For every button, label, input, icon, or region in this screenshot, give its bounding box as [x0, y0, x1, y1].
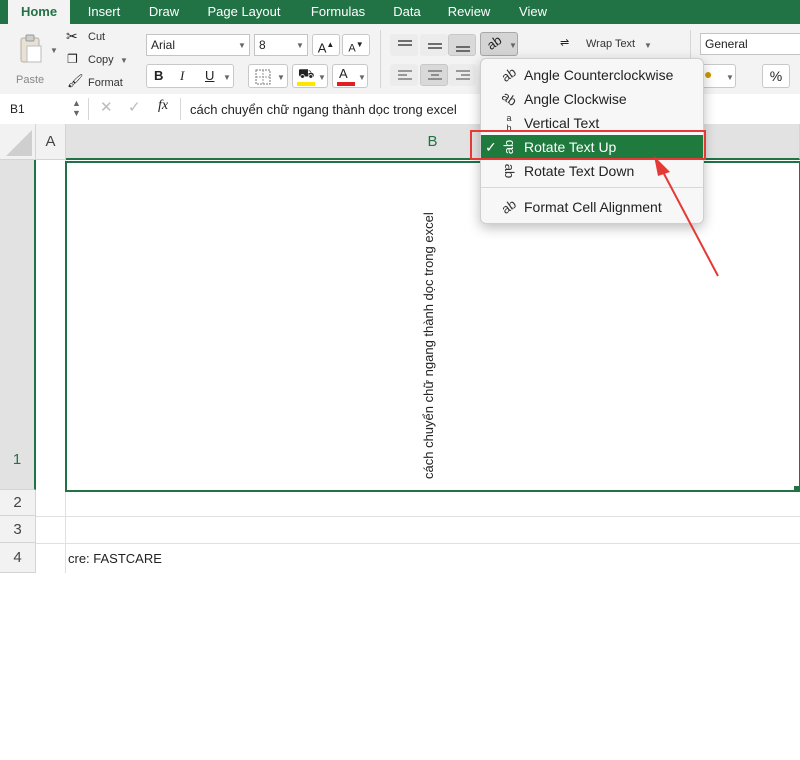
format-painter-label: Format [88, 77, 123, 89]
align-right-icon [456, 70, 470, 80]
tab-formulas[interactable]: Formulas [300, 0, 376, 24]
increase-font-size-button[interactable]: A▲ [312, 34, 340, 56]
copy-icon: ❐ [67, 52, 78, 66]
row-header-4[interactable]: 4 [0, 543, 36, 573]
name-box[interactable]: B1 [10, 102, 25, 116]
red-arrow [654, 156, 719, 277]
align-right-button[interactable] [448, 64, 476, 86]
row-divider [36, 543, 800, 544]
enter-icon[interactable]: ✓ [128, 98, 141, 116]
underline-dropdown-icon[interactable]: ▼ [223, 73, 231, 82]
underline-button[interactable]: U [205, 68, 214, 83]
paste-dropdown-icon[interactable]: ▼ [50, 46, 58, 55]
wrap-text-label: Wrap Text [586, 38, 636, 50]
clipboard-icon [20, 34, 42, 63]
font-name-dropdown-icon[interactable]: ▼ [238, 41, 246, 50]
wrap-text-dropdown-icon[interactable]: ▼ [644, 41, 652, 50]
orientation-dropdown-icon[interactable]: ▼ [509, 41, 517, 50]
fill-color-swatch [297, 82, 315, 86]
font-color-button[interactable]: A ▼ [332, 64, 368, 88]
menu-item-angle-clockwise[interactable]: ab Angle Clockwise [481, 87, 703, 111]
format-painter-button[interactable]: 🖌 Format [66, 73, 136, 90]
align-bottom-icon [456, 46, 470, 52]
paste-button[interactable]: Paste [10, 32, 54, 88]
font-style-group: B I U ▼ [146, 64, 234, 88]
borders-button[interactable]: ▼ [248, 64, 288, 88]
cell-a4[interactable]: cre: FASTCARE [68, 551, 162, 566]
align-left-button[interactable] [390, 64, 418, 86]
column-header-a[interactable]: A [36, 124, 66, 160]
cut-label: Cut [88, 31, 106, 43]
cut-button[interactable]: ✂ Cut [66, 28, 136, 46]
font-size-dropdown-icon[interactable]: ▼ [296, 41, 304, 50]
align-center-button[interactable] [420, 64, 448, 86]
align-middle-icon [428, 43, 442, 49]
scissors-icon: ✂ [66, 28, 78, 44]
copy-dropdown-icon[interactable]: ▼ [120, 56, 128, 65]
decrease-font-size-button[interactable]: A▼ [342, 34, 370, 56]
cancel-icon[interactable]: ✕ [100, 98, 113, 116]
menu-item-angle-counterclockwise[interactable]: ab Angle Counterclockwise [481, 63, 703, 87]
fill-color-button[interactable]: ⛟ ▼ [292, 64, 328, 88]
row-header-1[interactable]: 1 [0, 160, 36, 490]
tab-draw[interactable]: Draw [140, 0, 188, 24]
font-color-dropdown-icon[interactable]: ▼ [358, 73, 366, 82]
angle-cw-icon: ab [499, 88, 520, 109]
row-header-2[interactable]: 2 [0, 490, 36, 516]
currency-dropdown-icon[interactable]: ▼ [726, 73, 734, 82]
align-left-icon [398, 70, 412, 80]
row-divider [36, 516, 800, 517]
align-center-icon [428, 70, 442, 80]
row-header-3[interactable]: 3 [0, 516, 36, 543]
coins-icon: ● [704, 66, 713, 82]
align-top-icon [398, 40, 412, 46]
tab-view[interactable]: View [508, 0, 558, 24]
copy-label: Copy [88, 54, 114, 66]
paintbrush-icon: 🖌 [67, 73, 84, 88]
format-alignment-icon: ab [498, 196, 519, 217]
orientation-icon: ab [484, 32, 505, 53]
name-box-dropdown-icon[interactable]: ▲ ▼ [72, 98, 81, 118]
percent-button[interactable]: % [762, 64, 790, 88]
italic-button[interactable]: I [180, 68, 184, 84]
align-bottom-button[interactable] [448, 34, 476, 56]
paste-label: Paste [16, 74, 45, 86]
wrap-text-icon: ⇌ [560, 37, 570, 49]
ribbon-tab-bar: Home Insert Draw Page Layout Formulas Da… [0, 0, 800, 24]
formula-input[interactable]: cách chuyển chữ ngang thành dọc trong ex… [190, 102, 457, 117]
rotate-down-icon: ab [502, 163, 517, 179]
copy-button[interactable]: ❐ Copy ▼ [66, 52, 136, 68]
fill-color-dropdown-icon[interactable]: ▼ [318, 73, 326, 82]
bold-button[interactable]: B [154, 68, 163, 83]
font-color-swatch [337, 82, 355, 86]
cell-b1-text: cách chuyển chữ ngang thành dọc trong ex… [421, 212, 436, 479]
borders-icon [255, 69, 271, 85]
font-color-icon: A [339, 66, 348, 81]
currency-button[interactable]: ● ▼ [700, 64, 736, 88]
select-all-corner[interactable] [0, 124, 36, 160]
tab-review[interactable]: Review [438, 0, 500, 24]
wrap-text-button[interactable]: ⇌ Wrap Text ▼ [560, 36, 660, 54]
tab-page-layout[interactable]: Page Layout [196, 0, 292, 24]
borders-dropdown-icon[interactable]: ▼ [277, 73, 285, 82]
font-name-select[interactable]: Arial [146, 34, 250, 56]
number-format-select[interactable]: General [700, 33, 800, 55]
fill-handle[interactable] [794, 486, 800, 492]
tab-insert[interactable]: Insert [76, 0, 132, 24]
align-top-button[interactable] [390, 34, 418, 56]
tab-data[interactable]: Data [384, 0, 430, 24]
insert-function-icon[interactable]: fx [158, 98, 168, 114]
corner-triangle-icon [6, 130, 32, 156]
orientation-button[interactable]: ab ▼ [480, 32, 518, 56]
tab-home[interactable]: Home [8, 0, 70, 24]
align-middle-button[interactable] [420, 34, 448, 56]
